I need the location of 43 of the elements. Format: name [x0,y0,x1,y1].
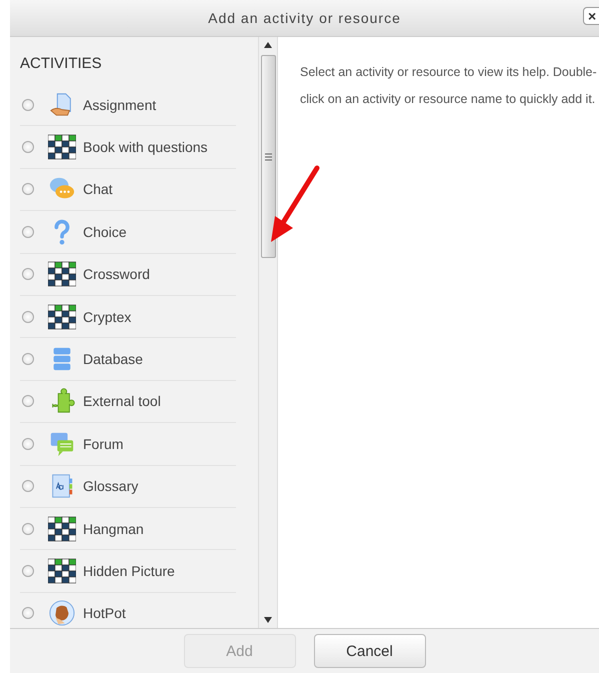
activity-name[interactable]: Hangman [83,520,144,537]
radio-button[interactable] [22,353,34,366]
activity-name[interactable]: HotPot [83,605,126,622]
radio-button[interactable] [22,438,34,450]
radio-button[interactable] [22,98,34,111]
scroll-thumb[interactable] [260,55,276,258]
scroll-down-icon[interactable] [264,617,272,623]
section-heading: ACTIVITIES [20,55,103,72]
hand-icon [48,600,76,626]
activity-name[interactable]: Choice [83,224,127,240]
radio-button[interactable] [22,183,34,196]
checkerboard-icon [48,261,76,288]
scrollbar[interactable] [258,37,278,628]
radio-button[interactable] [22,395,34,408]
help-text: Select an activity or resource to view its help. Double-click on an activity or resource name to quickly add it. [300,64,598,108]
checkerboard-icon [48,516,76,542]
activity-name[interactable]: Book with questions [83,139,208,156]
activity-name[interactable]: Cryptex [83,308,132,325]
dialog-title: Add an activity or resource [208,10,401,26]
activity-name[interactable]: Database [83,351,143,368]
radio-button[interactable] [22,310,34,323]
activity-name[interactable]: Glossary [83,478,138,494]
activity-name[interactable]: Chat [83,181,113,198]
cancel-button[interactable]: Cancel [314,634,426,668]
radio-button[interactable] [22,607,34,620]
radio-button[interactable] [22,564,34,577]
checkerboard-icon [48,134,76,160]
activity-name[interactable]: Crossword [83,266,150,282]
forum-bubbles-icon [48,430,76,457]
grip-icon [264,152,272,160]
activity-name[interactable]: External tool [83,393,161,410]
radio-button[interactable] [22,226,34,238]
close-button[interactable]: × [583,7,599,25]
radio-button[interactable] [22,522,34,535]
activity-name[interactable]: Assignment [83,96,156,113]
radio-button[interactable] [22,141,34,154]
activity-name[interactable]: Forum [83,436,124,452]
scroll-up-icon[interactable] [264,42,272,48]
radio-button[interactable] [22,480,34,492]
checkerboard-icon [48,304,76,330]
radio-button[interactable] [22,268,34,280]
activity-name[interactable]: Hidden Picture [83,562,175,579]
checkerboard-icon [48,558,76,584]
